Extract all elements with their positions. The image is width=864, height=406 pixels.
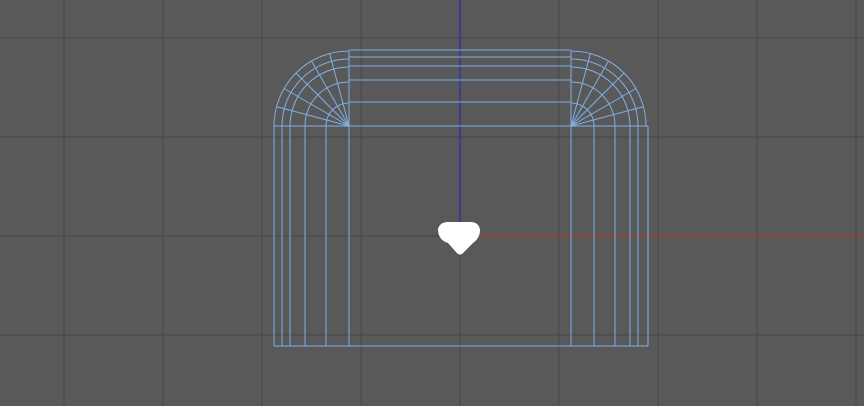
mesh-edge <box>570 106 644 127</box>
viewport-canvas[interactable] <box>0 0 864 406</box>
wireframe-mesh[interactable] <box>273 49 649 347</box>
camera-pivot-icon[interactable] <box>438 222 480 255</box>
viewport-front[interactable] <box>0 0 864 406</box>
mesh-edge <box>570 53 591 127</box>
mesh-edge <box>329 53 350 127</box>
mesh-edge <box>276 106 350 127</box>
grid <box>0 0 864 406</box>
